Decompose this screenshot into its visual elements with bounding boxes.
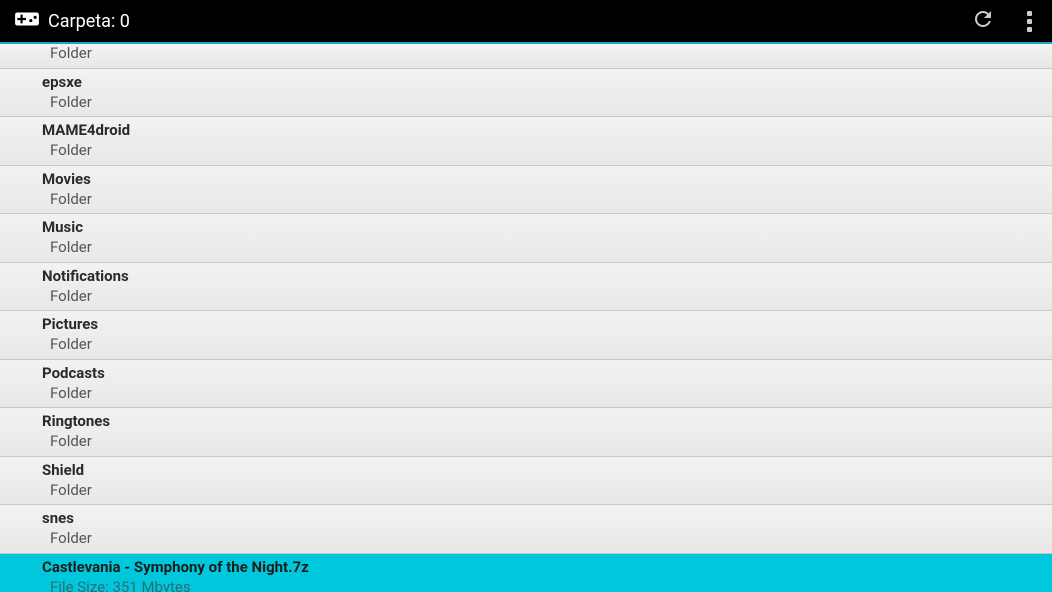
item-name: Ringtones (42, 411, 1052, 432)
item-subtitle: Folder (42, 481, 1052, 501)
list-item[interactable]: Folder (0, 44, 1052, 69)
item-subtitle: Folder (42, 335, 1052, 355)
item-name: Shield (42, 460, 1052, 481)
item-name: Movies (42, 169, 1052, 190)
list-item[interactable]: ShieldFolder (0, 457, 1052, 506)
list-item[interactable]: RingtonesFolder (0, 408, 1052, 457)
list-item[interactable]: PicturesFolder (0, 311, 1052, 360)
action-bar: Carpeta: 0 (0, 0, 1052, 42)
list-item[interactable]: Castlevania - Symphony of the Night.7zFi… (0, 554, 1052, 592)
action-bar-left: Carpeta: 0 (14, 6, 130, 36)
overflow-menu-icon[interactable] (1027, 11, 1032, 32)
gamepad-icon (14, 6, 40, 36)
item-name: MAME4droid (42, 120, 1052, 141)
page-title: Carpeta: 0 (48, 11, 130, 32)
item-subtitle: Folder (42, 384, 1052, 404)
item-subtitle: Folder (42, 529, 1052, 549)
item-name: Music (42, 217, 1052, 238)
refresh-icon[interactable] (971, 7, 995, 35)
list-item[interactable]: PodcastsFolder (0, 360, 1052, 409)
item-subtitle: Folder (42, 44, 1052, 64)
list-item[interactable]: MAME4droidFolder (0, 117, 1052, 166)
item-name: snes (42, 508, 1052, 529)
item-name: Castlevania - Symphony of the Night.7z (42, 557, 1052, 578)
list-item[interactable]: epsxeFolder (0, 69, 1052, 118)
list-item[interactable]: snesFolder (0, 505, 1052, 554)
item-subtitle: File Size: 351 Mbytes (42, 578, 1052, 592)
item-subtitle: Folder (42, 141, 1052, 161)
item-name: Podcasts (42, 363, 1052, 384)
item-name: Notifications (42, 266, 1052, 287)
list-item[interactable]: MusicFolder (0, 214, 1052, 263)
item-subtitle: Folder (42, 93, 1052, 113)
item-subtitle: Folder (42, 238, 1052, 258)
item-subtitle: Folder (42, 287, 1052, 307)
action-bar-right (971, 7, 1038, 35)
item-subtitle: Folder (42, 432, 1052, 452)
item-name: epsxe (42, 72, 1052, 93)
file-list[interactable]: FolderepsxeFolderMAME4droidFolderMoviesF… (0, 44, 1052, 592)
item-subtitle: Folder (42, 190, 1052, 210)
list-item[interactable]: NotificationsFolder (0, 263, 1052, 312)
list-item[interactable]: MoviesFolder (0, 166, 1052, 215)
item-name: Pictures (42, 314, 1052, 335)
